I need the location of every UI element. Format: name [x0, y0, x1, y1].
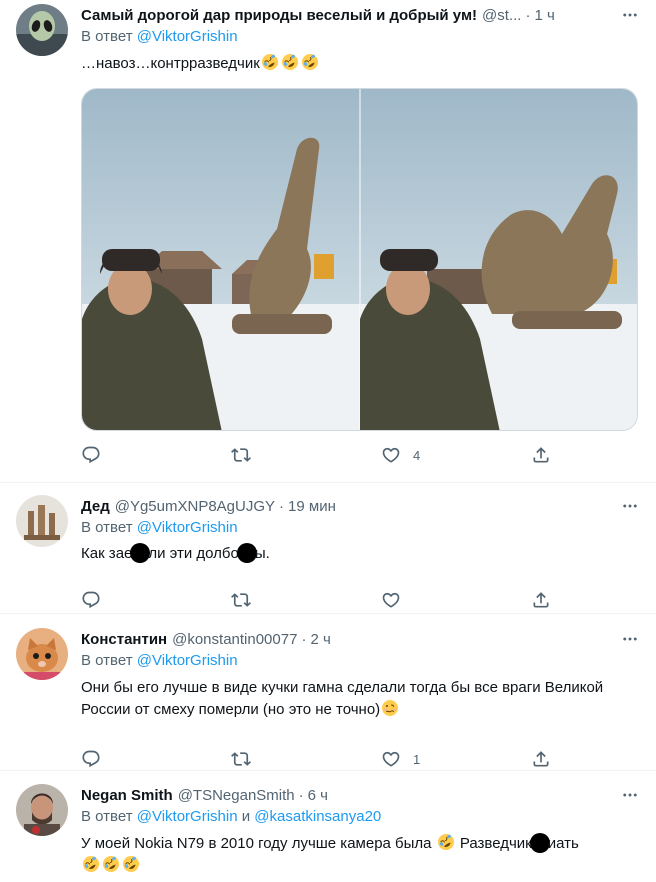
avatar[interactable]	[16, 4, 68, 56]
rofl-emoji	[301, 53, 319, 71]
tweet-header: Самый дорогой дар природы веселый и добр…	[81, 6, 555, 24]
tweet-actions: 1	[81, 748, 551, 770]
tweet-text: …навоз…контрразведчик	[81, 53, 640, 75]
reply-to-link[interactable]: @kasatkinsanya20	[254, 808, 381, 825]
tweet-header: Negan Smith @TSNeganSmith · 6 ч	[81, 786, 328, 804]
user-handle[interactable]: @Yg5umXNP8AgUJGY	[115, 498, 275, 515]
reply-button[interactable]	[81, 444, 123, 466]
tweet-photo[interactable]	[81, 88, 638, 431]
retweet-icon	[231, 749, 251, 769]
avatar[interactable]	[16, 784, 68, 836]
like-button[interactable]: 4	[381, 444, 423, 466]
rofl-emoji	[122, 855, 140, 873]
rofl-emoji	[261, 53, 279, 71]
reply-to-link[interactable]: @ViktorGrishin	[137, 652, 238, 669]
user-handle[interactable]: @TSNeganSmith	[178, 787, 295, 804]
person-avatar-image	[16, 784, 68, 836]
like-button[interactable]: 1	[381, 748, 423, 770]
share-button[interactable]	[531, 589, 551, 611]
kitten-avatar-image	[16, 628, 68, 680]
retweet-button[interactable]	[231, 444, 273, 466]
reply-icon	[81, 590, 101, 610]
reply-icon	[81, 749, 101, 769]
tweet-actions: 4	[81, 444, 551, 466]
rofl-emoji	[437, 833, 455, 851]
user-handle[interactable]: @konstantin00077	[172, 631, 297, 648]
reply-button[interactable]	[81, 748, 123, 770]
display-name[interactable]: Negan Smith	[81, 787, 173, 804]
reply-to-link[interactable]: @ViktorGrishin	[137, 28, 238, 45]
avatar[interactable]	[16, 628, 68, 680]
woozy-emoji	[381, 699, 399, 717]
more-icon[interactable]	[616, 628, 644, 650]
retweet-button[interactable]	[231, 748, 273, 770]
like-button[interactable]	[381, 589, 423, 611]
tweet-text: Они бы его лучше в виде кучки гамна сдел…	[81, 679, 604, 718]
display-name[interactable]: Дед	[81, 498, 110, 515]
tweet-text: Как зае ли эти долбо ы.	[81, 543, 270, 563]
tweet[interactable]: Negan Smith @TSNeganSmith · 6 ч В ответ …	[0, 771, 656, 882]
share-icon	[531, 445, 551, 465]
rofl-emoji	[102, 855, 120, 873]
timestamp[interactable]: 6 ч	[308, 787, 328, 804]
photo-image	[82, 89, 637, 430]
tweet[interactable]: Константин @konstantin00077 · 2 ч В отве…	[0, 614, 656, 771]
reply-icon	[81, 445, 101, 465]
censor-blot	[236, 543, 257, 563]
share-button[interactable]	[531, 444, 551, 466]
user-handle[interactable]: @st...	[482, 7, 521, 24]
avatar[interactable]	[16, 495, 68, 547]
like-icon	[381, 590, 401, 610]
tweet-actions	[81, 589, 551, 611]
tweet-text: У моей Nokia N79 в 2010 году лучше камер…	[81, 833, 640, 877]
sculpture-avatar-image	[16, 495, 68, 547]
like-icon	[381, 749, 401, 769]
timestamp[interactable]: 19 мин	[288, 498, 336, 515]
reply-context: В ответ @ViktorGrishin	[81, 519, 238, 536]
reply-button[interactable]	[81, 589, 123, 611]
retweet-icon	[231, 590, 251, 610]
like-icon	[381, 445, 401, 465]
share-icon	[531, 749, 551, 769]
alien-avatar-image	[16, 4, 68, 56]
share-button[interactable]	[531, 748, 551, 770]
more-icon[interactable]	[616, 495, 644, 517]
tweet-header: Константин @konstantin00077 · 2 ч	[81, 630, 331, 648]
censor-blot	[529, 833, 550, 853]
reply-to-link[interactable]: @ViktorGrishin	[137, 808, 238, 825]
tweet[interactable]: Самый дорогой дар природы веселый и добр…	[0, 0, 656, 483]
display-name[interactable]: Константин	[81, 631, 167, 648]
reply-context: В ответ @ViktorGrishin	[81, 28, 238, 45]
share-icon	[531, 590, 551, 610]
tweet[interactable]: Дед @Yg5umXNP8AgUJGY · 19 мин В ответ @V…	[0, 483, 656, 614]
display-name[interactable]: Самый дорогой дар природы веселый и добр…	[81, 7, 477, 24]
retweet-icon	[231, 445, 251, 465]
retweet-button[interactable]	[231, 589, 273, 611]
tweet-header: Дед @Yg5umXNP8AgUJGY · 19 мин	[81, 497, 336, 515]
reply-context: В ответ @ViktorGrishin	[81, 652, 238, 669]
more-icon[interactable]	[616, 4, 644, 26]
more-icon[interactable]	[616, 784, 644, 806]
rofl-emoji	[82, 855, 100, 873]
timestamp[interactable]: 2 ч	[310, 631, 330, 648]
reply-to-link[interactable]: @ViktorGrishin	[137, 519, 238, 536]
timestamp[interactable]: 1 ч	[534, 7, 554, 24]
rofl-emoji	[281, 53, 299, 71]
reply-context: В ответ @ViktorGrishin и @kasatkinsanya2…	[81, 808, 382, 825]
